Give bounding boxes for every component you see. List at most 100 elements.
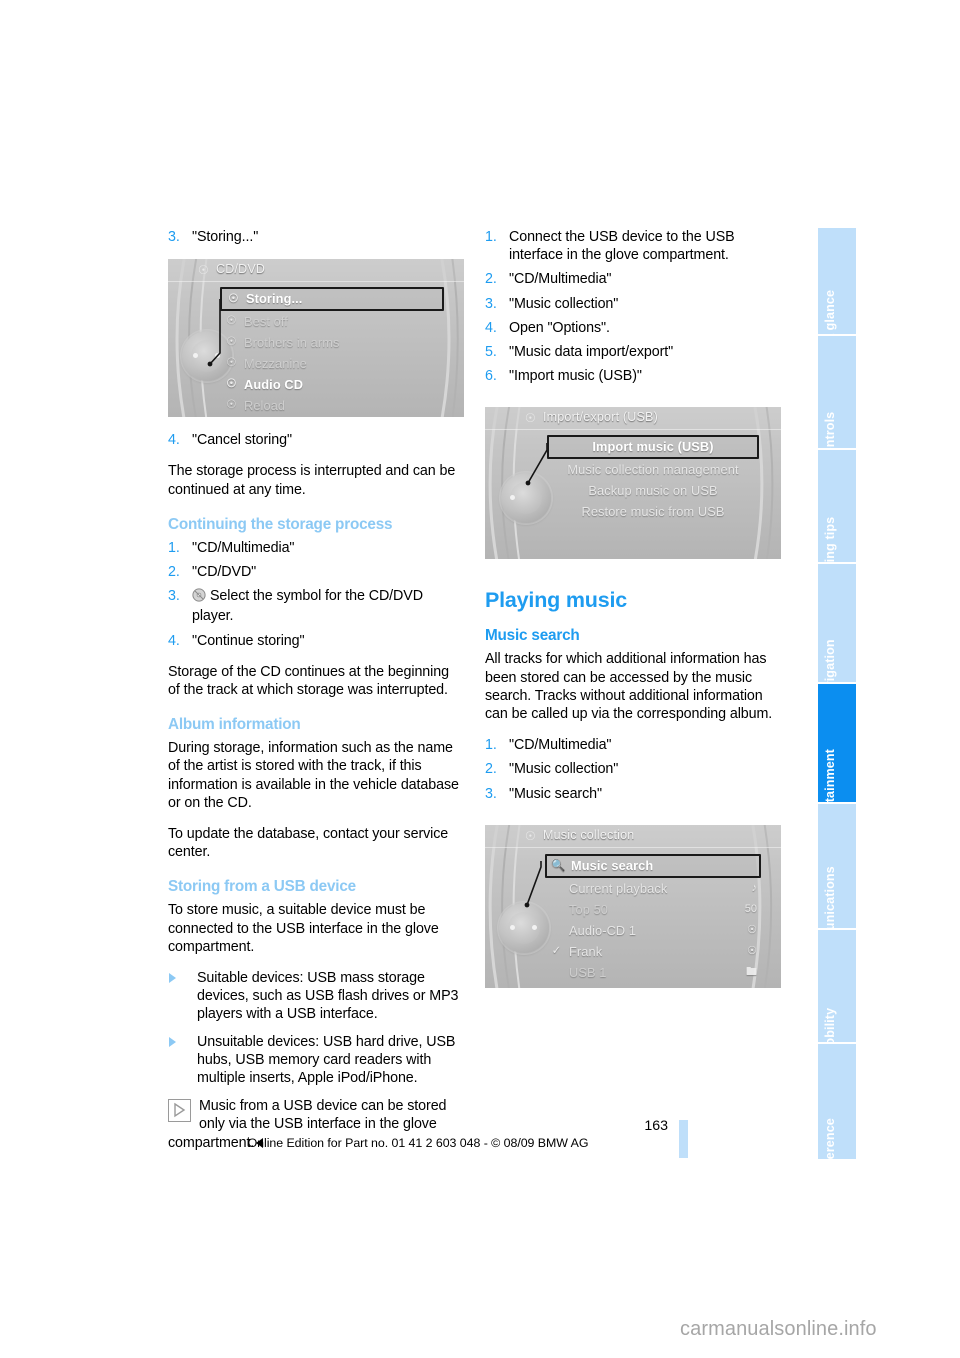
disc-icon: ☉ bbox=[226, 315, 237, 328]
triangle-bullet-icon bbox=[169, 973, 176, 984]
step-number: 4. bbox=[485, 319, 497, 336]
screenshot-title: CD/DVD bbox=[216, 262, 266, 277]
menu-item-label: Music collection management bbox=[567, 462, 739, 478]
menu-item-label: Mezzanine bbox=[244, 356, 307, 372]
list-item: 4. "Cancel storing" bbox=[168, 431, 464, 449]
edition-line: Online Edition for Part no. 01 41 2 603 … bbox=[247, 1136, 589, 1150]
menu-item-label: Top 50 bbox=[569, 901, 609, 917]
menu-item-import-music-usb[interactable]: Import music (USB) bbox=[547, 435, 759, 460]
menu-item-beautiful[interactable]: ☉ Beautiful bbox=[220, 416, 444, 417]
step-number: 5. bbox=[485, 344, 497, 361]
list-item: Unsuitable devices: USB hard drive, USB … bbox=[168, 1033, 464, 1088]
right-column: 1. Connect the USB device to the USB inte… bbox=[485, 228, 781, 1002]
menu-item-label: LIEBLINGSSONGS bbox=[569, 986, 683, 988]
menu-item-music-collection-management[interactable]: Music collection management bbox=[547, 459, 759, 480]
step-text: "Music data import/export" bbox=[509, 344, 674, 361]
paragraph-usb-intro: To store music, a suitable device must b… bbox=[168, 902, 439, 955]
cd-dvd-player-symbol-icon bbox=[192, 588, 206, 607]
storing-step-3-list: 3. "Storing..." bbox=[168, 228, 464, 246]
step-number: 1. bbox=[485, 229, 497, 245]
sidebar-item-label: Controls bbox=[823, 411, 837, 448]
step-text: "Import music (USB)" bbox=[509, 368, 642, 385]
menu-item-usb-1[interactable]: USB 1 🖿 bbox=[545, 962, 761, 983]
idrive-controller-knob bbox=[501, 473, 551, 524]
sidebar-item-label: Navigation bbox=[823, 639, 837, 682]
list-item: 2. "Music collection" bbox=[485, 760, 781, 778]
menu-item-storing[interactable]: ☉ Storing... bbox=[220, 287, 444, 312]
menu-item-restore-music-from-usb[interactable]: Restore music from USB bbox=[547, 501, 759, 522]
step-text: "CD/Multimedia" bbox=[509, 271, 612, 288]
step-number: 3. bbox=[485, 785, 497, 802]
step-text: "Storing..." bbox=[192, 229, 259, 245]
sidebar-item-controls[interactable]: Controls bbox=[818, 336, 856, 448]
storing-step-4-list: 4. "Cancel storing" bbox=[168, 431, 464, 449]
disc-icon: ☉ bbox=[228, 293, 239, 306]
paragraph-storage-continues: Storage of the CD continues at the begin… bbox=[168, 663, 449, 699]
list-item: Suitable devices: USB mass storage devic… bbox=[168, 969, 464, 1024]
disc-icon: ☉ bbox=[226, 399, 237, 412]
screenshot-titlebar bbox=[168, 259, 464, 283]
usb-import-steps: 1. Connect the USB device to the USB inte… bbox=[485, 228, 781, 385]
sidebar-item-communications[interactable]: Communications bbox=[818, 804, 856, 928]
step-number: 1. bbox=[485, 737, 497, 754]
magnifier-icon: 🔍 bbox=[551, 859, 566, 872]
sidebar-item-mobility[interactable]: Mobility bbox=[818, 930, 856, 1042]
list-item: 2. "CD/DVD" bbox=[168, 563, 464, 581]
sidebar-item-entertainment[interactable]: Entertainment bbox=[818, 684, 856, 802]
list-item: 5. "Music data import/export" bbox=[485, 343, 781, 361]
menu-item-music-search[interactable]: 🔍 Music search bbox=[545, 853, 761, 878]
step-text: "Continue storing" bbox=[192, 632, 305, 649]
list-item: 1. Connect the USB device to the USB inte… bbox=[485, 228, 781, 264]
continuing-storage-steps: 1. "CD/Multimedia" 2. "CD/DVD" 3. Select th… bbox=[168, 539, 464, 650]
menu-item-brothers-in-arms[interactable]: ☉ Brothers in arms bbox=[220, 332, 444, 353]
step-number: 2. bbox=[485, 271, 497, 288]
list-item: 4. "Continue storing" bbox=[168, 632, 464, 650]
menu-item-label: Audio-CD 1 bbox=[569, 922, 637, 938]
menu-item-label: Brothers in arms bbox=[244, 335, 340, 351]
menu-item-label: USB 1 bbox=[569, 964, 607, 980]
menu-item-current-playback[interactable]: Current playback ♪ bbox=[545, 878, 761, 899]
cd-disc-icon: ☉ bbox=[525, 411, 536, 426]
import-export-menu-list: Import music (USB) Music collection mana… bbox=[547, 435, 759, 522]
menu-item-best-off[interactable]: ☉ Best off bbox=[220, 311, 444, 332]
sidebar-item-driving-tips[interactable]: Driving tips bbox=[818, 450, 856, 562]
menu-item-label: Storing... bbox=[246, 291, 303, 307]
heading-album-information: Album information bbox=[168, 716, 301, 734]
menu-item-backup-music-on-usb[interactable]: Backup music on USB bbox=[547, 480, 759, 501]
menu-item-label: Backup music on USB bbox=[588, 483, 718, 499]
menu-item-lieblingssongs[interactable]: LIEBLINGSSONGS 🖿 bbox=[545, 983, 761, 988]
step-number: 3. bbox=[485, 295, 497, 312]
step-number: 4. bbox=[168, 632, 180, 649]
heading-playing-music: Playing music bbox=[485, 588, 627, 613]
menu-item-label: Frank bbox=[569, 943, 603, 959]
sidebar-item-label: Driving tips bbox=[823, 516, 837, 562]
list-item: 6. "Import music (USB)" bbox=[485, 367, 781, 385]
step-number: 3. bbox=[168, 588, 180, 605]
heading-music-search: Music search bbox=[485, 627, 580, 645]
menu-item-mezzanine[interactable]: ☉ Mezzanine bbox=[220, 353, 444, 374]
note-icon: ♪ bbox=[751, 881, 758, 894]
step-text: "CD/DVD" bbox=[192, 564, 257, 581]
manual-page: 3. "Storing..." ☉ CD/DVD ☉ Storing... ☉ … bbox=[0, 0, 960, 1358]
step-number: 6. bbox=[485, 368, 497, 385]
screenshot-music-collection: ☉ Music collection 🔍 Music search Curren… bbox=[485, 824, 781, 988]
step-text: "Cancel storing" bbox=[192, 432, 292, 449]
sidebar-item-reference[interactable]: Reference bbox=[818, 1044, 856, 1159]
menu-item-label: Audio CD bbox=[244, 377, 304, 393]
bullet-text: Unsuitable devices: USB hard drive, USB … bbox=[197, 1033, 456, 1087]
step-text: "CD/Multimedia" bbox=[192, 539, 295, 556]
sidebar-item-navigation[interactable]: Navigation bbox=[818, 564, 856, 682]
disc-icon: ☉ bbox=[226, 357, 237, 370]
menu-item-frank[interactable]: ✓ Frank ☉ bbox=[545, 941, 761, 962]
screenshot-cd-dvd-menu: ☉ CD/DVD ☉ Storing... ☉ Best off ☉ Broth… bbox=[168, 259, 464, 418]
menu-item-audio-cd-1[interactable]: Audio-CD 1 ☉ bbox=[545, 920, 761, 941]
cd-disc-icon: ☉ bbox=[525, 828, 536, 843]
disc-icon: ☉ bbox=[226, 378, 237, 391]
top-50-count-badge: 50 bbox=[744, 902, 757, 915]
menu-item-top-50[interactable]: Top 50 50 bbox=[545, 899, 761, 920]
menu-item-audio-cd[interactable]: ☉ Audio CD bbox=[220, 374, 444, 395]
step-text: Select the symbol for the CD/DVD player. bbox=[192, 588, 423, 625]
menu-item-reload[interactable]: ☉ Reload bbox=[220, 395, 444, 416]
sidebar-item-at-a-glance[interactable]: At a glance bbox=[818, 228, 856, 334]
paragraph-album-2: To update the database, contact your ser… bbox=[168, 826, 449, 861]
